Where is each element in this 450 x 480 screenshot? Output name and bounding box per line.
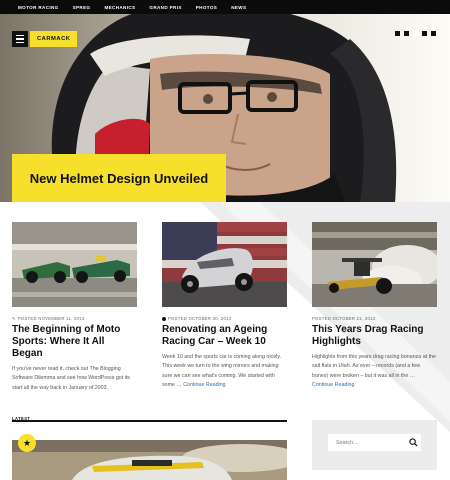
post-excerpt-text: Highlights from this years drag racing b… bbox=[312, 354, 436, 379]
continue-reading-link[interactable]: Continue Reading bbox=[183, 382, 225, 388]
post-date: Posted November 11, 2013 bbox=[17, 316, 85, 321]
post-title[interactable]: Renovating an Ageing Racing Car – Week 1… bbox=[162, 324, 287, 348]
post-title[interactable]: The Beginning of Moto Sports: Where It A… bbox=[12, 324, 137, 360]
post-meta: ✎ Posted November 11, 2013 bbox=[12, 316, 137, 321]
slider-dots bbox=[395, 31, 436, 36]
post-thumbnail[interactable] bbox=[12, 222, 137, 307]
post-title[interactable]: This Years Drag Racing Highlights bbox=[312, 324, 437, 348]
post-thumbnail[interactable] bbox=[162, 222, 287, 307]
dot-icon bbox=[162, 316, 166, 321]
top-nav: Motor Racing Spreg Mechanics Grand Prix … bbox=[0, 0, 450, 14]
nav-item-photos[interactable]: Photos bbox=[196, 5, 217, 10]
post-thumbnail[interactable] bbox=[312, 222, 437, 307]
slider-dot[interactable] bbox=[395, 31, 400, 36]
post-date: Posted October 21, 2013 bbox=[312, 316, 376, 321]
post-meta: Posted October 30, 2013 bbox=[162, 316, 287, 321]
hero-slider: CARMACK New Helmet Design Unveiled bbox=[0, 14, 450, 202]
post-excerpt: Highlights from this years drag racing b… bbox=[312, 353, 437, 391]
post-meta: Posted October 21, 2013 bbox=[312, 316, 437, 321]
post-card: Posted October 30, 2013 Renovating an Ag… bbox=[162, 222, 287, 391]
slider-dot-active[interactable] bbox=[413, 31, 418, 36]
hero-title[interactable]: New Helmet Design Unveiled bbox=[12, 154, 226, 202]
latest-post-image[interactable] bbox=[12, 440, 287, 480]
nav-item-motor-racing[interactable]: Motor Racing bbox=[18, 5, 59, 10]
search-widget bbox=[312, 420, 437, 470]
menu-button[interactable] bbox=[12, 31, 28, 47]
post-date: Posted October 30, 2013 bbox=[168, 316, 232, 321]
slider-dot[interactable] bbox=[422, 31, 427, 36]
slider-dot[interactable] bbox=[431, 31, 436, 36]
post-card: ✎ Posted November 11, 2013 The Beginning… bbox=[12, 222, 137, 393]
latest-divider bbox=[12, 420, 287, 422]
site-logo[interactable]: CARMACK bbox=[30, 31, 78, 47]
hamburger-icon bbox=[16, 34, 24, 37]
continue-reading-link[interactable]: Continue Reading bbox=[312, 382, 354, 388]
nav-item-spreg[interactable]: Spreg bbox=[73, 5, 91, 10]
post-card: Posted October 21, 2013 This Years Drag … bbox=[312, 222, 437, 391]
hamburger-icon-line bbox=[16, 41, 24, 44]
nav-item-mechanics[interactable]: Mechanics bbox=[104, 5, 135, 10]
hamburger-icon-line bbox=[16, 38, 24, 40]
post-excerpt: If you've never read it, check out The B… bbox=[12, 365, 137, 393]
post-excerpt-text: If you've never read it, check out The B… bbox=[12, 366, 130, 391]
nav-item-news[interactable]: News bbox=[231, 5, 246, 10]
post-excerpt: Week 10 and the sports car is coming alo… bbox=[162, 353, 287, 391]
search-icon[interactable] bbox=[409, 438, 418, 447]
main-content: ✎ Posted November 11, 2013 The Beginning… bbox=[0, 202, 450, 480]
nav-item-grand-prix[interactable]: Grand Prix bbox=[149, 5, 181, 10]
slider-dot[interactable] bbox=[404, 31, 409, 36]
star-icon: ★ bbox=[18, 434, 36, 452]
pin-icon: ✎ bbox=[12, 316, 16, 321]
search-input[interactable] bbox=[328, 434, 421, 451]
